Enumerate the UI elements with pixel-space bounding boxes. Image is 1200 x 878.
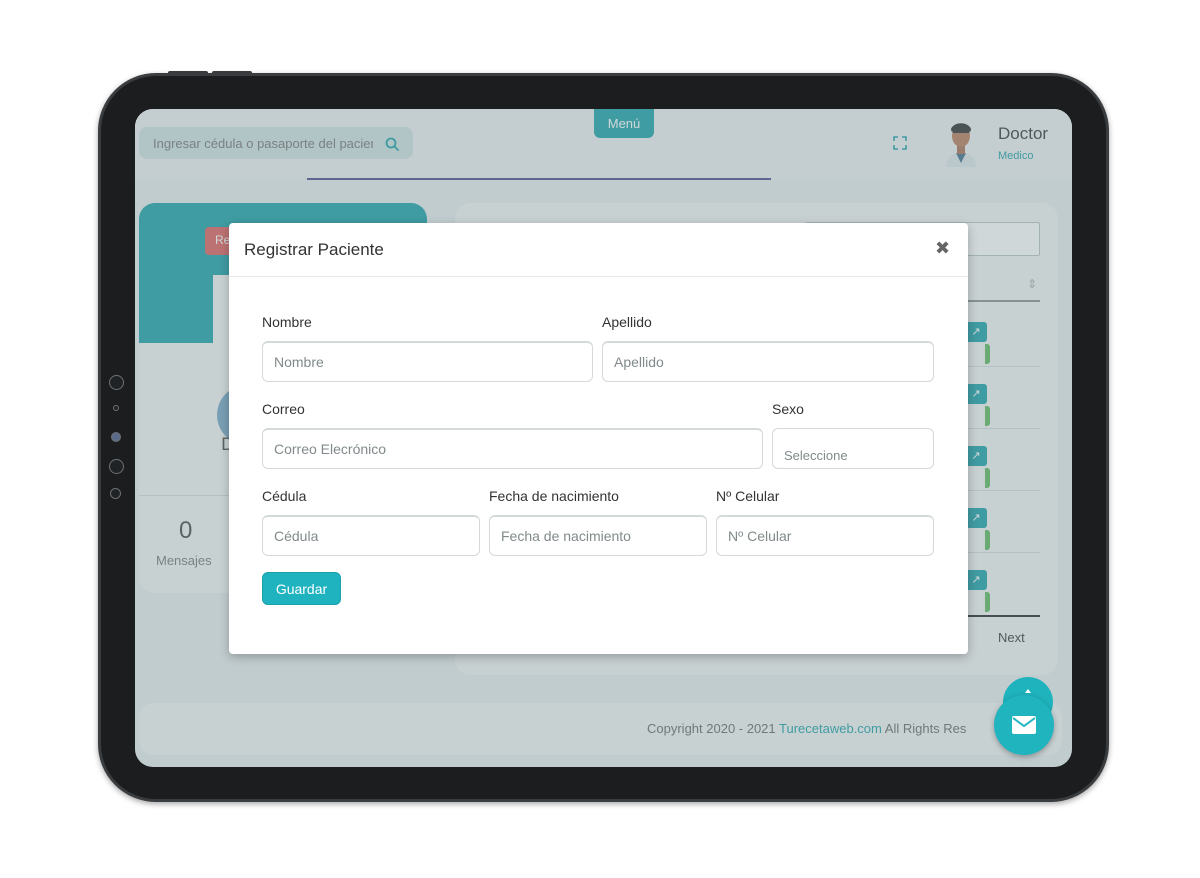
celular-label: Nº Celular <box>716 488 780 504</box>
register-patient-modal: Registrar Paciente ✖ Nombre Apellido Cor… <box>229 223 968 654</box>
tablet-sensor <box>109 459 124 474</box>
close-icon[interactable]: ✖ <box>935 238 950 259</box>
tablet-sensor <box>110 488 121 499</box>
nombre-input[interactable] <box>262 341 593 382</box>
mail-fab-button[interactable] <box>994 695 1054 755</box>
sexo-label: Sexo <box>772 401 804 417</box>
tablet-camera <box>111 432 121 442</box>
tablet-sensor <box>113 405 119 411</box>
modal-title: Registrar Paciente <box>244 240 384 259</box>
apellido-label: Apellido <box>602 314 652 330</box>
save-button[interactable]: Guardar <box>262 572 341 605</box>
app-screen: Menú Doctor Medico Re D 0 Mensajes <box>135 109 1072 767</box>
celular-input[interactable] <box>716 515 934 556</box>
sexo-select[interactable]: Seleccione <box>772 428 934 469</box>
correo-label: Correo <box>262 401 305 417</box>
tablet-sensor <box>109 375 124 390</box>
cedula-label: Cédula <box>262 488 307 504</box>
apellido-input[interactable] <box>602 341 934 382</box>
mail-icon <box>1012 716 1036 734</box>
correo-input[interactable] <box>262 428 763 469</box>
fecha-label: Fecha de nacimiento <box>489 488 619 504</box>
nombre-label: Nombre <box>262 314 312 330</box>
modal-header: Registrar Paciente ✖ <box>229 223 968 277</box>
fecha-nacimiento-input[interactable] <box>489 515 707 556</box>
cedula-input[interactable] <box>262 515 480 556</box>
